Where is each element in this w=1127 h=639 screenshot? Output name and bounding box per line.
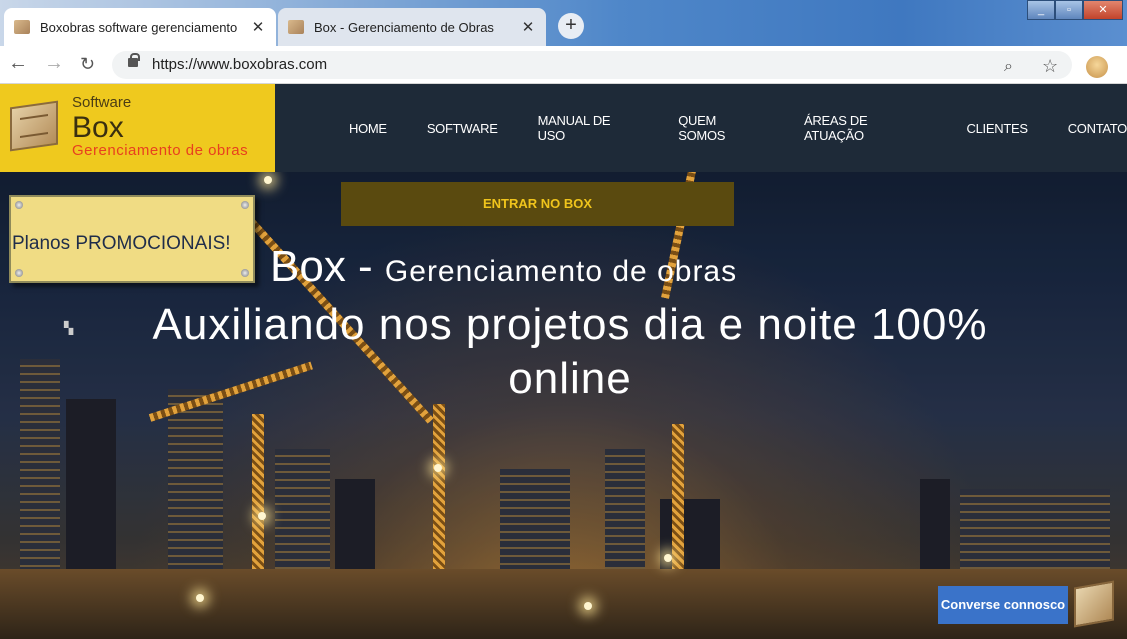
building bbox=[66, 399, 116, 579]
building bbox=[660, 499, 720, 579]
maximize-button[interactable]: ▫ bbox=[1055, 0, 1083, 20]
new-tab-button[interactable]: + bbox=[558, 13, 584, 39]
building bbox=[168, 389, 223, 579]
logo-big-text: Box bbox=[72, 111, 124, 144]
minimize-button[interactable]: _ bbox=[1027, 0, 1055, 20]
tab-box-gerenciamento[interactable]: Box - Gerenciamento de Obras ✕ bbox=[278, 8, 546, 46]
building bbox=[20, 359, 60, 579]
bolt-icon bbox=[241, 269, 249, 277]
light bbox=[434, 464, 442, 472]
address-bar[interactable]: https://www.boxobras.com bbox=[112, 51, 1072, 79]
building bbox=[605, 449, 645, 579]
promo-text: Planos PROMOCIONAIS! bbox=[12, 233, 231, 254]
hero-title-big: Box - bbox=[270, 242, 385, 291]
promo-sign[interactable]: Planos PROMOCIONAIS! bbox=[9, 195, 255, 283]
main-menu: HOME SOFTWARE MANUAL DE USO QUEM SOMOS Á… bbox=[330, 84, 1127, 172]
enter-box-button[interactable]: ENTRAR NO BOX bbox=[341, 182, 734, 226]
lock-icon bbox=[128, 53, 140, 67]
close-tab-icon[interactable]: ✕ bbox=[520, 18, 536, 36]
box-favicon-icon bbox=[14, 20, 30, 34]
small-image-icon: ▚ bbox=[64, 321, 74, 335]
menu-item-contato[interactable]: CONTATO bbox=[1068, 121, 1127, 136]
close-tab-icon[interactable]: ✕ bbox=[250, 18, 266, 36]
light bbox=[258, 512, 266, 520]
profile-icon[interactable] bbox=[1086, 56, 1108, 78]
url-text[interactable]: https://www.boxobras.com bbox=[152, 56, 327, 73]
forward-icon[interactable]: → bbox=[44, 52, 64, 75]
reload-icon[interactable]: ↻ bbox=[80, 54, 95, 75]
box-favicon-icon bbox=[288, 20, 304, 34]
zoom-icon[interactable]: ⌕ bbox=[1004, 58, 1013, 76]
crane-tower bbox=[252, 414, 264, 594]
menu-item-areas[interactable]: ÁREAS DE ATUAÇÃO bbox=[804, 113, 927, 143]
menu-item-software[interactable]: SOFTWARE bbox=[427, 121, 498, 136]
bolt-icon bbox=[15, 269, 23, 277]
light bbox=[264, 176, 272, 184]
tab-boxobras[interactable]: Boxobras software gerenciamento ✕ bbox=[4, 8, 276, 46]
building bbox=[335, 479, 375, 579]
building bbox=[500, 469, 570, 579]
close-window-button[interactable]: ✕ bbox=[1083, 0, 1123, 20]
light bbox=[664, 554, 672, 562]
tab-title: Boxobras software gerenciamento bbox=[40, 19, 238, 35]
hero-title: Box - Gerenciamento de obras bbox=[270, 242, 737, 292]
tab-title: Box - Gerenciamento de Obras bbox=[314, 19, 494, 35]
box-logo-icon bbox=[10, 100, 58, 152]
bolt-icon bbox=[241, 201, 249, 209]
bolt-icon bbox=[15, 201, 23, 209]
building bbox=[275, 449, 330, 579]
building bbox=[960, 489, 1110, 579]
window-controls: _ ▫ ✕ bbox=[1027, 0, 1123, 20]
logo-tagline: Gerenciamento de obras bbox=[72, 142, 249, 159]
light bbox=[584, 602, 592, 610]
browser-toolbar: ← → ↻ https://www.boxobras.com ⌕ ☆ bbox=[0, 46, 1127, 84]
back-icon[interactable]: ← bbox=[8, 52, 28, 75]
menu-item-home[interactable]: HOME bbox=[349, 121, 387, 136]
chat-button[interactable]: Converse connosco bbox=[938, 586, 1068, 624]
site-logo[interactable]: Software Box Gerenciamento de obras bbox=[0, 84, 275, 172]
logo-small-text: Software bbox=[72, 94, 132, 111]
chat-box-icon[interactable] bbox=[1074, 580, 1114, 628]
star-icon[interactable]: ☆ bbox=[1042, 56, 1058, 77]
menu-item-manual[interactable]: MANUAL DE USO bbox=[538, 113, 639, 143]
hero-subtitle: Auxiliando nos projetos dia e noite 100%… bbox=[152, 300, 988, 403]
hero-title-mid: Gerenciamento de obras bbox=[384, 255, 738, 288]
menu-item-quem-somos[interactable]: QUEM SOMOS bbox=[678, 113, 764, 143]
browser-tab-bar: Boxobras software gerenciamento ✕ Box - … bbox=[0, 0, 1127, 46]
light bbox=[196, 594, 204, 602]
website-viewport: Software Box Gerenciamento de obras HOME… bbox=[0, 84, 1127, 639]
menu-item-clientes[interactable]: CLIENTES bbox=[967, 121, 1028, 136]
building bbox=[920, 479, 950, 579]
